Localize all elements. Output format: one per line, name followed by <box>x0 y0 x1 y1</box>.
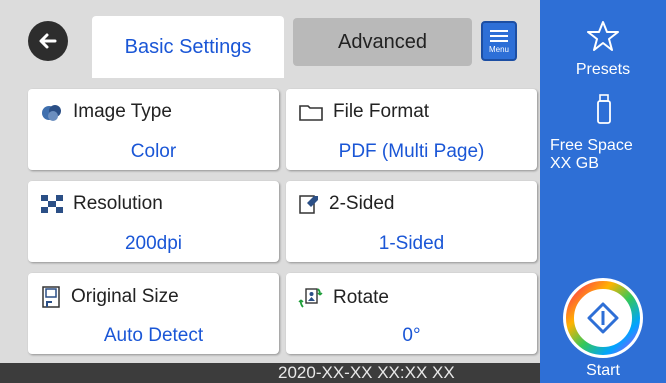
status-bar: 2020-XX-XX XX:XX XX <box>0 363 540 383</box>
rotate-setting[interactable]: Rotate 0° <box>286 273 537 354</box>
two-sided-value: 1-Sided <box>378 233 445 254</box>
two-sided-setting[interactable]: 2-Sided 1-Sided <box>286 181 537 262</box>
start-label: Start <box>586 362 620 379</box>
back-button[interactable] <box>28 21 68 61</box>
menu-button-label: Menu <box>488 45 509 54</box>
file-format-value: PDF (Multi Page) <box>338 141 485 162</box>
tab-basic-settings-label: Basic Settings <box>124 35 252 58</box>
two-sided-icon <box>299 195 318 214</box>
star-icon <box>587 21 619 51</box>
resolution-value: 200dpi <box>124 233 183 254</box>
two-sided-title: 2-Sided <box>329 193 395 214</box>
free-space-value: XX GB <box>550 155 599 172</box>
right-sidebar: Presets Free Space XX GB Start <box>540 0 666 383</box>
menu-button[interactable]: Menu <box>481 21 517 61</box>
tab-advanced-label: Advanced <box>338 30 427 53</box>
top-bar: Basic Settings Advanced Menu <box>0 0 540 78</box>
main-panel: Basic Settings Advanced Menu Image Type … <box>0 0 540 383</box>
tab-advanced[interactable]: Advanced <box>293 18 472 66</box>
rotate-icon <box>298 288 323 308</box>
image-type-setting[interactable]: Image Type Color <box>28 89 279 170</box>
original-size-icon <box>42 286 60 308</box>
back-arrow-icon <box>39 33 57 49</box>
start-button[interactable] <box>562 277 644 359</box>
resolution-icon <box>41 195 63 213</box>
start-icon <box>563 278 643 358</box>
free-space-info: Free Space XX GB <box>550 137 633 173</box>
folder-icon <box>299 105 323 121</box>
free-space-label: Free Space <box>550 137 633 154</box>
resolution-setting[interactable]: Resolution 200dpi <box>28 181 279 262</box>
presets-label: Presets <box>575 61 631 78</box>
usb-drive-icon <box>597 94 611 129</box>
menu-icon <box>490 28 508 43</box>
original-size-setting[interactable]: Original Size Auto Detect <box>28 273 279 354</box>
rotate-title: Rotate <box>333 287 389 308</box>
settings-grid: Image Type Color File Format PDF (Multi … <box>18 78 537 363</box>
tab-basic-settings[interactable]: Basic Settings <box>92 16 284 78</box>
original-size-value: Auto Detect <box>103 325 204 346</box>
file-format-setting[interactable]: File Format PDF (Multi Page) <box>286 89 537 170</box>
presets-button[interactable]: Presets <box>540 20 666 79</box>
image-type-value: Color <box>130 141 177 162</box>
original-size-title: Original Size <box>71 286 179 307</box>
image-type-icon <box>42 105 61 121</box>
resolution-title: Resolution <box>73 193 163 214</box>
rotate-value: 0° <box>402 325 421 346</box>
file-format-title: File Format <box>333 101 430 122</box>
datetime-text: 2020-XX-XX XX:XX XX <box>278 363 455 382</box>
image-type-title: Image Type <box>73 101 172 122</box>
